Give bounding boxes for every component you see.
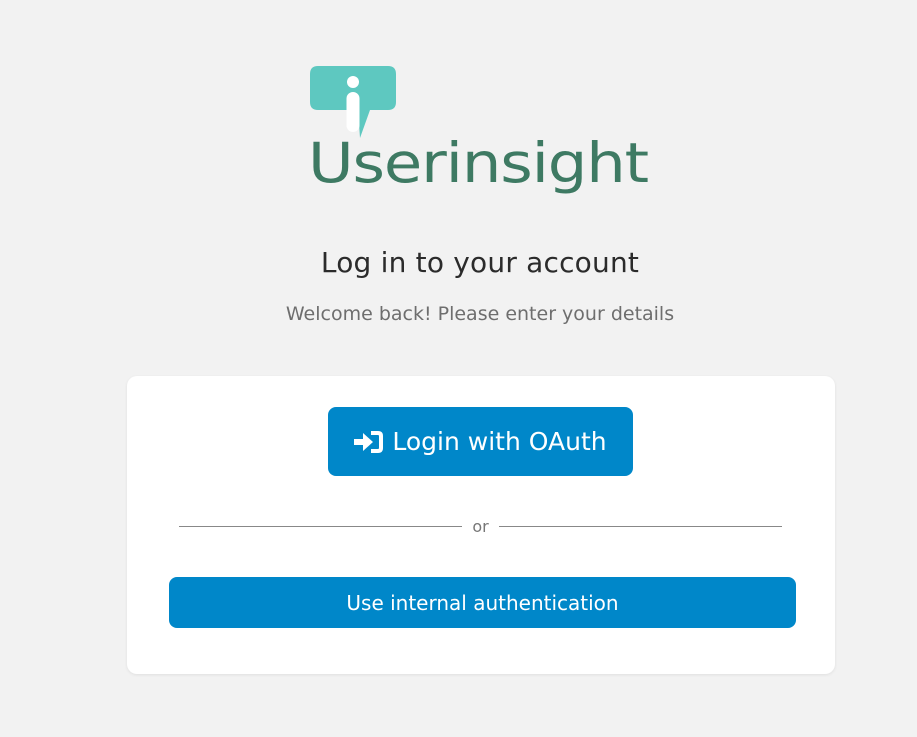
login-oauth-label: Login with OAuth	[392, 427, 607, 456]
page-title: Log in to your account	[320, 246, 640, 279]
login-page: Userinsight Log in to your account Welco…	[0, 0, 917, 737]
info-stem	[346, 92, 360, 132]
sign-in-icon	[354, 430, 384, 454]
divider-label: or	[472, 516, 489, 536]
login-oauth-button[interactable]: Login with OAuth	[328, 407, 633, 476]
login-card: Login with OAuth or Use internal authent…	[127, 376, 835, 674]
page-subtitle: Welcome back! Please enter your details	[285, 303, 675, 325]
logo-wordmark: Userinsight	[308, 131, 648, 195]
info-dot	[347, 76, 359, 88]
divider-line-right	[498, 525, 782, 527]
userinsight-logo: Userinsight	[308, 64, 653, 199]
internal-auth-button[interactable]: Use internal authentication	[169, 577, 796, 628]
divider-line-left	[179, 525, 463, 527]
or-divider: or	[179, 514, 782, 538]
logo-graphic: Userinsight	[308, 66, 649, 195]
